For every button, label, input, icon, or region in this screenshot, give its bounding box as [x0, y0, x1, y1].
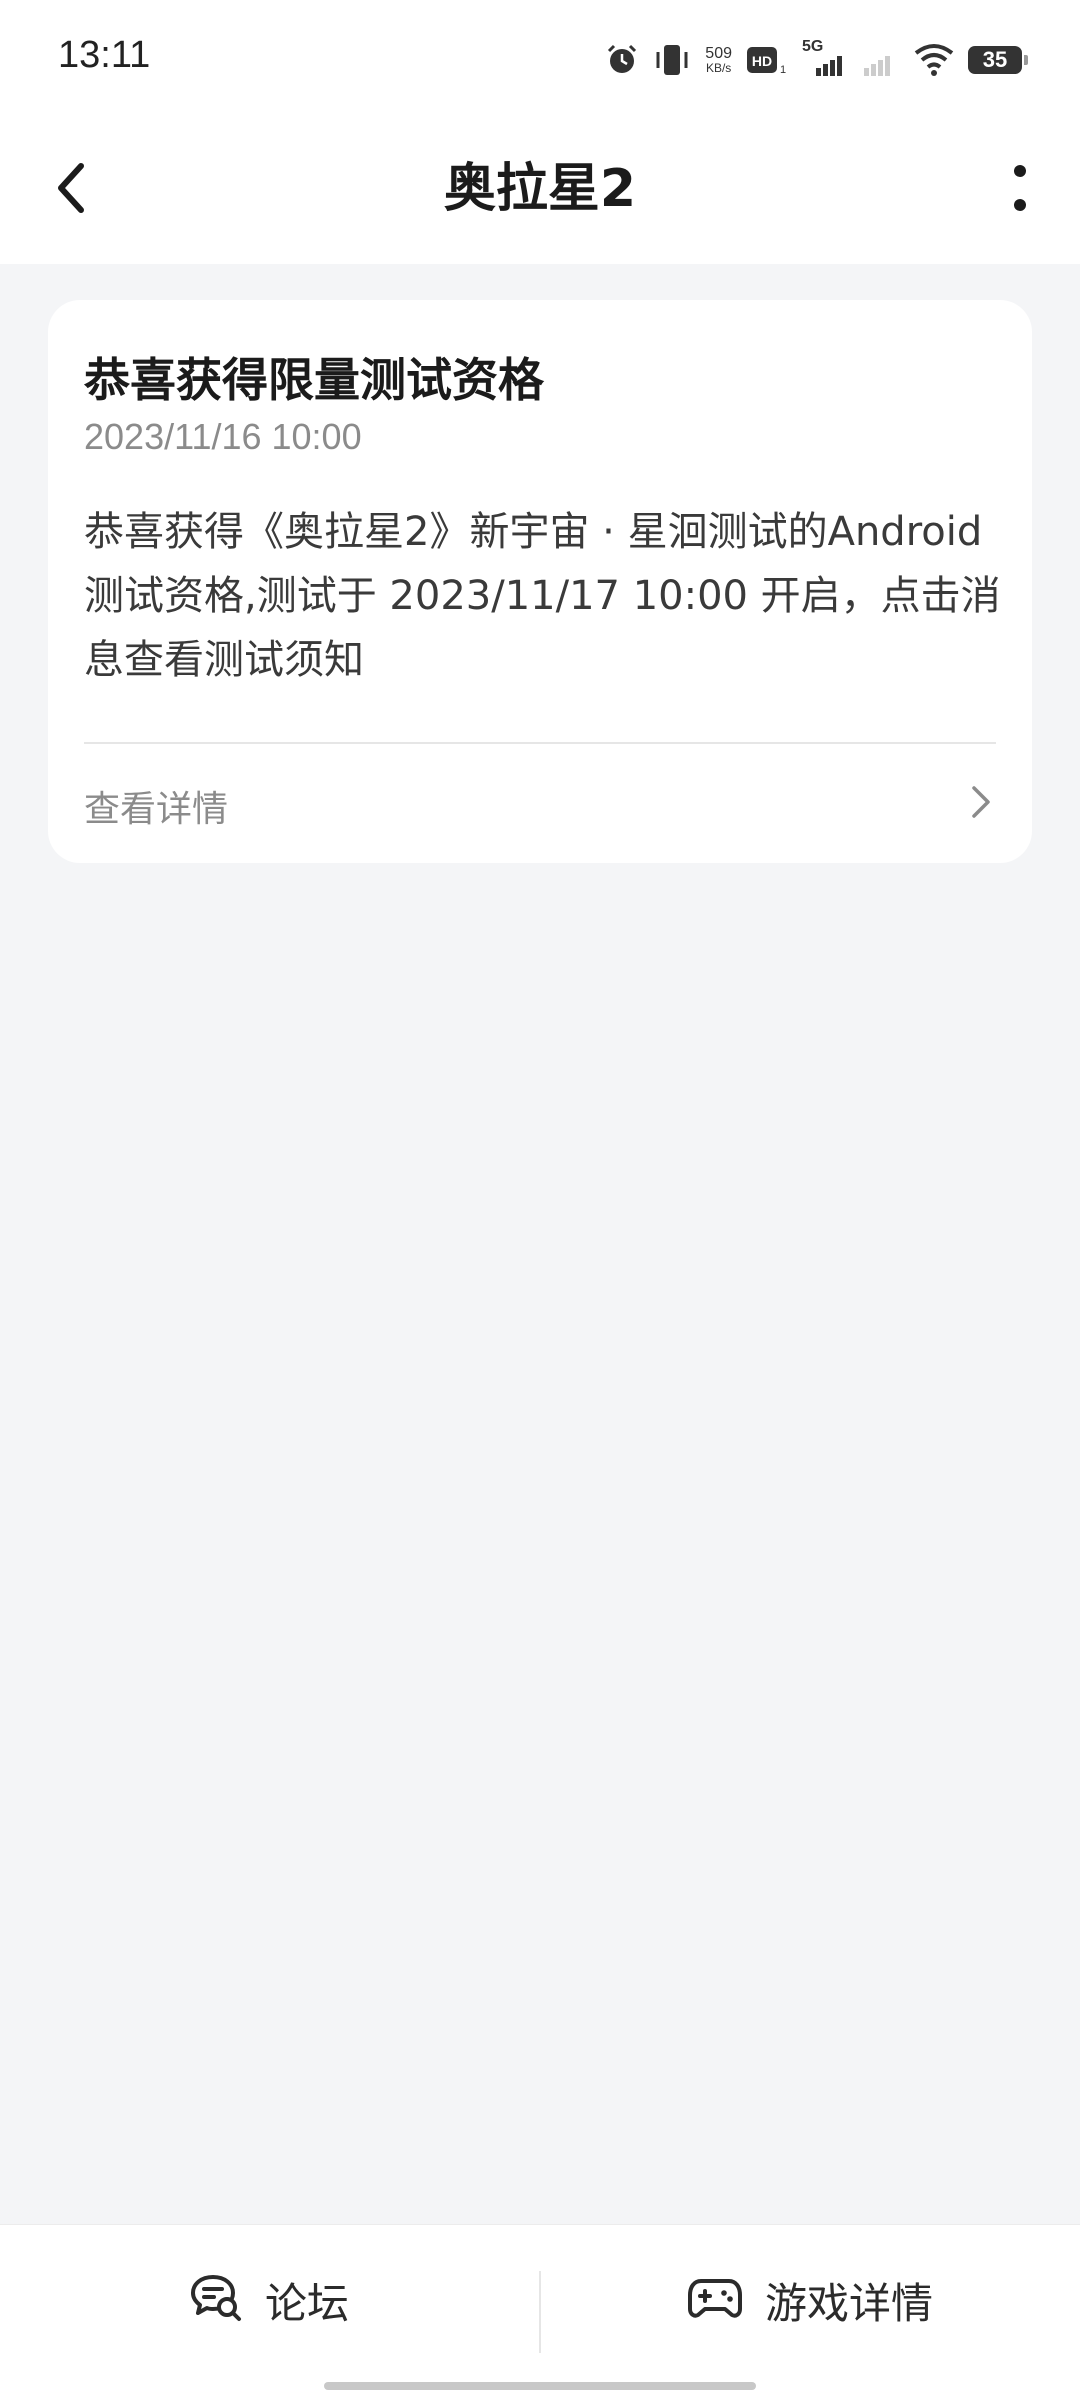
svg-text:HD: HD: [752, 53, 772, 69]
battery-icon: 35: [968, 46, 1028, 74]
message-card[interactable]: 恭喜获得限量测试资格 2023/11/16 10:00 恭喜获得《奥拉星2》新宇…: [48, 300, 1032, 863]
app-header: 奥拉星2: [0, 118, 1080, 264]
view-details-label: 查看详情: [84, 789, 229, 830]
forum-chat-icon: [189, 2273, 243, 2327]
svg-text:1: 1: [780, 64, 786, 76]
more-options-button[interactable]: [990, 148, 1050, 228]
page-title: 奥拉星2: [443, 159, 637, 219]
bottom-bar: 论坛 游戏详情: [0, 2224, 1080, 2401]
status-time: 13:11: [58, 34, 151, 76]
game-details-label: 游戏详情: [764, 2278, 933, 2328]
more-vertical-icon: [1014, 165, 1026, 211]
view-details-link[interactable]: 查看详情: [48, 744, 1032, 863]
hd-icon: HD 1: [746, 44, 788, 76]
message-title: 恭喜获得限量测试资格: [84, 353, 544, 407]
chevron-right-icon: [966, 782, 996, 822]
alarm-icon: [605, 43, 639, 77]
forum-button[interactable]: 论坛: [0, 2225, 538, 2375]
wifi-icon: [914, 43, 954, 77]
forum-label: 论坛: [264, 2278, 349, 2328]
status-bar: 13:11 509 KB/s HD 1 5G 35: [0, 0, 1080, 118]
message-date: 2023/11/16 10:00: [84, 416, 362, 457]
cellular-signal-weak-icon: [860, 40, 900, 80]
message-body: 恭喜获得《奥拉星2》新宇宙 · 星洄测试的Android测试资格,测试于 202…: [84, 509, 1001, 683]
gamepad-icon: [687, 2275, 743, 2325]
network-speed: 509 KB/s: [705, 45, 732, 75]
status-icons: 509 KB/s HD 1 5G 35: [605, 38, 1028, 82]
cellular-signal-icon: 5G: [802, 38, 846, 80]
home-indicator[interactable]: [324, 2382, 756, 2390]
vibrate-icon: [653, 43, 691, 77]
game-details-button[interactable]: 游戏详情: [541, 2225, 1079, 2375]
